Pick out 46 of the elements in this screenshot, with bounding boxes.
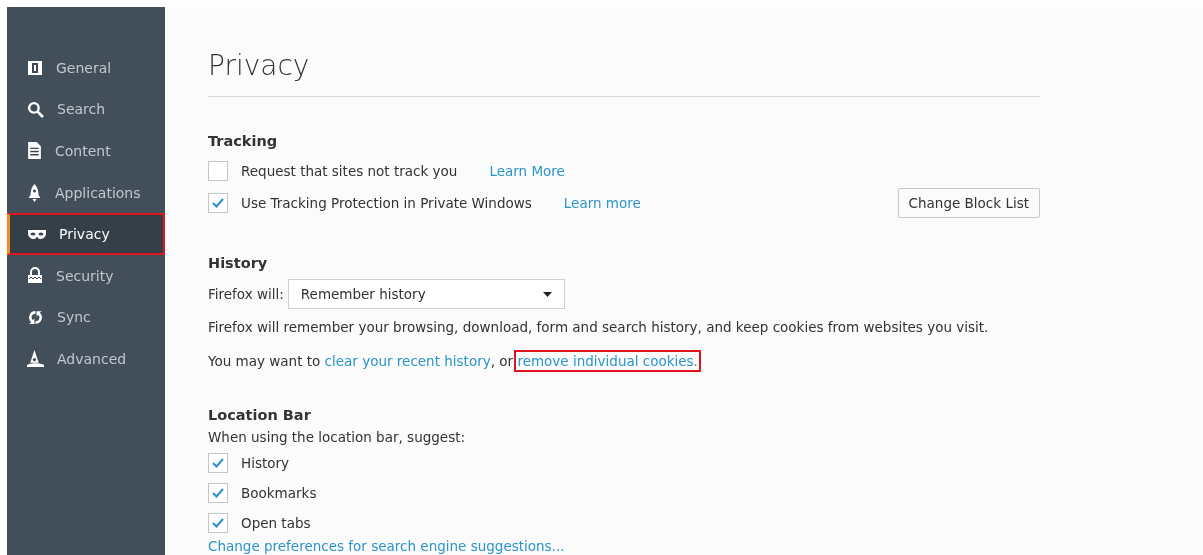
section-heading: Location Bar (208, 407, 312, 423)
page-title: Privacy (208, 49, 1040, 97)
checkmark-icon (212, 198, 224, 208)
history-dropdown[interactable]: Remember history (287, 279, 565, 309)
sync-icon (27, 308, 44, 326)
sidebar-item[interactable]: Privacy (7, 213, 165, 255)
history-hint: You may want to clear your recent history, or remove individual cookies. (208, 351, 1040, 371)
clear-history-link[interactable]: clear your recent history (324, 353, 491, 369)
section-heading: History (208, 255, 269, 271)
search-icon (27, 100, 44, 118)
wizard-hat-icon (27, 350, 44, 368)
lock-icon (27, 267, 43, 285)
checkmark-icon (212, 518, 224, 528)
sidebar-item[interactable]: Content (7, 130, 165, 172)
sidebar-item[interactable]: Advanced (7, 338, 165, 380)
learn-more-link[interactable]: Learn more (563, 195, 641, 211)
checkmark-icon (212, 488, 224, 498)
checkbox-label: Open tabs (241, 515, 311, 531)
section-heading: Tracking (208, 133, 279, 149)
change-block-list-button[interactable]: Change Block List (897, 188, 1040, 218)
search-preferences-link[interactable]: Change preferences for search engine suggestions... (208, 538, 565, 554)
sidebar-item[interactable]: Security (7, 254, 165, 297)
checkbox[interactable] (208, 161, 228, 181)
checkbox-label: History (241, 455, 290, 471)
sidebar-item[interactable]: Search (7, 88, 165, 131)
rocket-icon (27, 183, 42, 202)
remove-cookies-link[interactable]: remove individual cookies. (517, 353, 698, 369)
checkbox[interactable] (208, 453, 228, 473)
learn-more-link[interactable]: Learn More (489, 163, 565, 179)
document-icon (27, 142, 42, 160)
sidebar-item[interactable]: Applications (7, 171, 165, 214)
checkbox[interactable] (208, 513, 228, 533)
caret-icon (542, 291, 552, 297)
checkbox-label: Request that sites not track you (241, 163, 458, 179)
general-icon (27, 59, 43, 76)
location-bar-description: When using the location bar, suggest: (208, 429, 466, 445)
sidebar-item[interactable]: Sync (7, 296, 165, 339)
checkbox-label: Bookmarks (241, 485, 317, 501)
checkbox-label: Use Tracking Protection in Private Windows (241, 195, 532, 211)
mask-icon (28, 229, 46, 240)
select-label: Firefox will: (208, 286, 284, 302)
checkmark-icon (212, 458, 224, 468)
checkbox[interactable] (208, 483, 228, 503)
history-description: Firefox will remember your browsing, download, form and search history, and keep cookies from websites you visit. (208, 318, 990, 337)
checkbox[interactable] (208, 193, 228, 213)
sidebar-item[interactable]: General (7, 47, 165, 89)
